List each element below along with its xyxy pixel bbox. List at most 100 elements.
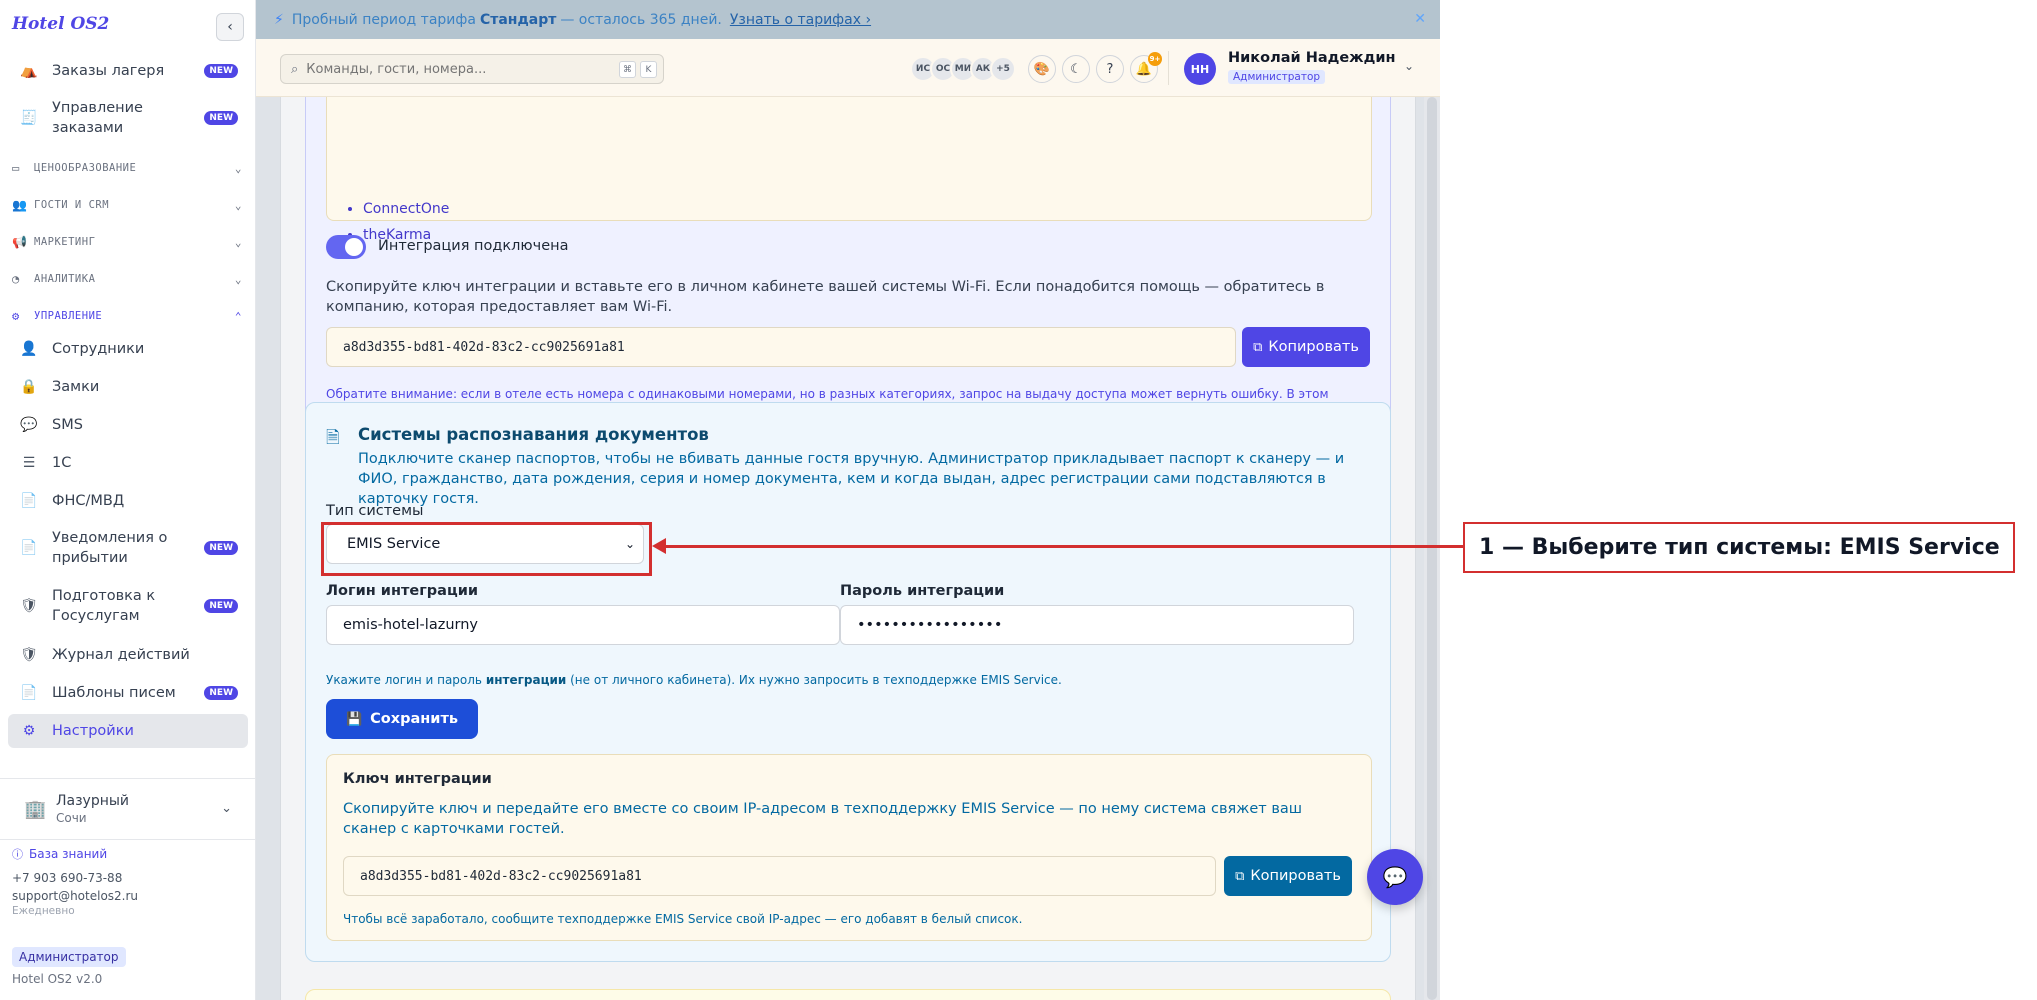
top-header: ⌕ ⌘ K ИС ОС МИ АК +5 🎨 ☾ ? 🔔 9+ НН Никол… [256,39,1440,97]
integration-key-title: Ключ интеграции [343,771,492,787]
wallet-icon: ▭ [12,161,20,175]
page-scrollbar[interactable] [1424,97,1440,1000]
users-icon: 👥 [12,198,28,212]
section-label: ГОСТИ И CRM [34,199,110,211]
bolt-icon: ⚡ [274,11,284,28]
receipt-icon: 🧾 [20,110,38,126]
sidebar-item-activity-log[interactable]: 🛡 Журнал действий [8,642,248,668]
password-input[interactable]: ••••••••••••••••• [840,605,1354,645]
support-block: ⓘ База знаний +7 903 690-73-88 support@h… [12,845,244,921]
document-recognition-card: 🗎 Системы распознавания документов Подкл… [305,402,1391,962]
sidebar-item-label: Шаблоны писем [52,685,176,701]
annotation-callout: 1 — Выберите тип системы: EMIS Service [1463,522,2015,573]
sidebar-item-camp-orders[interactable]: ⛺ Заказы лагеря NEW [8,58,248,84]
save-button[interactable]: 💾 Сохранить [326,699,478,739]
wifi-key-field[interactable]: a8d3d355-bd81-402d-83c2-cc9025691a81 [326,327,1236,367]
sidebar-item-1c[interactable]: ☰ 1С [8,450,248,476]
sidebar-item-staff[interactable]: 👤 Сотрудники [8,336,248,362]
support-email[interactable]: support@hotelos2.ru [12,887,244,905]
copy-button-label: Копировать [1250,868,1341,884]
copy-wifi-key-button[interactable]: ⧉ Копировать [1242,327,1370,367]
copy-integration-key-button[interactable]: ⧉ Копировать [1224,856,1352,896]
document-icon: 📄 [20,540,38,556]
sidebar-item-label: 1С [52,455,72,471]
sidebar-item-arrival-notifications[interactable]: 📄 Уведомления о прибытии NEW [8,526,248,570]
section-label: МАРКЕТИНГ [34,236,96,248]
help-circle-icon: ⓘ [12,848,23,861]
copy-button-label: Копировать [1268,339,1359,355]
lock-icon: 🔒 [20,379,38,395]
integration-key-field[interactable]: a8d3d355-bd81-402d-83c2-cc9025691a81 [343,856,1216,896]
list-item: ConnectOne [363,199,449,225]
role-badge: Администратор [12,947,126,967]
hint-text: Укажите логин и пароль [326,673,482,687]
annotation-arrow-line [665,545,1463,548]
app-version: Hotel OS2 v2.0 [12,972,103,986]
support-phone[interactable]: +7 903 690-73-88 [12,869,244,887]
chat-support-button[interactable]: 💬 [1367,849,1423,905]
online-users[interactable]: ИС ОС МИ АК +5 [910,56,1016,82]
hotel-switcher[interactable]: 🏢 Лазурный Сочи ⌄ [0,778,256,840]
command-search[interactable]: ⌕ ⌘ K [280,54,664,84]
copy-icon: ⧉ [1235,868,1245,884]
chat-icon: 💬 [20,417,38,433]
collapse-sidebar-button[interactable]: ‹ [216,13,244,41]
moon-icon: ☾ [1070,61,1082,77]
toggle-knob [345,238,363,256]
theme-palette-button[interactable]: 🎨 [1028,55,1056,83]
user-name[interactable]: Николай Надеждин [1228,50,1396,66]
scrollbar-thumb[interactable] [1427,97,1437,1000]
chevron-down-icon[interactable]: ⌄ [1404,59,1414,73]
dark-mode-button[interactable]: ☾ [1062,55,1090,83]
sidebar-item-label: Сотрудники [52,341,145,357]
document-icon: 📄 [20,493,38,509]
user-avatar[interactable]: НН [1184,53,1216,85]
document-icon: 📄 [20,685,38,701]
annotation-arrow-head [652,538,666,554]
sidebar-item-label: ФНС/МВД [52,493,125,509]
user-icon: 👤 [20,341,38,357]
gear-icon: ⚙ [22,723,36,739]
login-input[interactable]: emis-hotel-lazurny [326,605,840,645]
sidebar: Hotel OS2 ‹ ⛺ Заказы лагеря NEW 🧾 Управл… [0,0,256,1000]
chevron-down-icon: ⌄ [221,801,232,816]
sidebar-item-gosuslugi-prep[interactable]: 🛡 Подготовка к Госуслугам NEW [8,584,248,628]
sidebar-item-fns-mvd[interactable]: 📄 ФНС/МВД [8,488,248,514]
sidebar-item-order-management[interactable]: 🧾 Управление заказами NEW [8,96,248,140]
sidebar-item-locks[interactable]: 🔒 Замки [8,374,248,400]
hint-text: (не от личного кабинета). Их нужно запро… [570,673,1062,687]
highlight-system-type [321,522,652,576]
next-section-card [305,989,1391,1000]
search-input[interactable] [306,61,607,77]
search-icon: ⌕ [291,61,299,77]
section-label: УПРАВЛЕНИЕ [34,310,103,322]
sidebar-item-email-templates[interactable]: 📄 Шаблоны писем NEW [8,680,248,706]
login-label: Логин интеграции [326,583,479,599]
notifications-button[interactable]: 🔔 9+ [1130,52,1162,83]
section-marketing[interactable]: 📢 МАРКЕТИНГ ⌄ [12,234,244,250]
close-icon[interactable]: ✕ [1414,11,1426,27]
section-management[interactable]: ⚙ УПРАВЛЕНИЕ ⌃ [12,308,244,324]
hotel-name: Лазурный [56,793,130,809]
chevron-left-icon: ‹ [227,19,233,35]
section-pricing[interactable]: ▭ ЦЕНООБРАЗОВАНИЕ ⌄ [12,160,244,176]
sidebar-item-settings[interactable]: ⚙ Настройки [8,714,248,748]
pricing-link[interactable]: Узнать о тарифах › [730,12,871,28]
sidebar-item-label: Журнал действий [52,647,190,663]
integration-toggle-label: Интеграция подключена [378,238,569,254]
integration-toggle[interactable] [326,235,366,259]
knowledge-base-link[interactable]: ⓘ База знаний [12,845,244,863]
help-button[interactable]: ? [1096,55,1124,83]
wifi-description: Скопируйте ключ интеграции и вставьте ег… [326,279,1325,315]
banner-plan: Стандарт [479,11,557,28]
brand-logo[interactable]: Hotel OS2 [12,14,109,34]
chevron-down-icon: ⌄ [234,235,242,249]
sidebar-item-sms[interactable]: 💬 SMS [8,412,248,438]
tent-icon: ⛺ [20,63,38,79]
credentials-hint: Укажите логин и пароль интеграции (не от… [326,673,1062,687]
section-analytics[interactable]: ◔ АНАЛИТИКА ⌄ [12,271,244,287]
sidebar-item-label: Управление заказами [52,100,143,136]
avatar-more[interactable]: +5 [990,56,1016,82]
sidebar-item-label: Подготовка к Госуслугам [52,588,156,624]
section-guests-crm[interactable]: 👥 ГОСТИ И CRM ⌄ [12,197,244,213]
